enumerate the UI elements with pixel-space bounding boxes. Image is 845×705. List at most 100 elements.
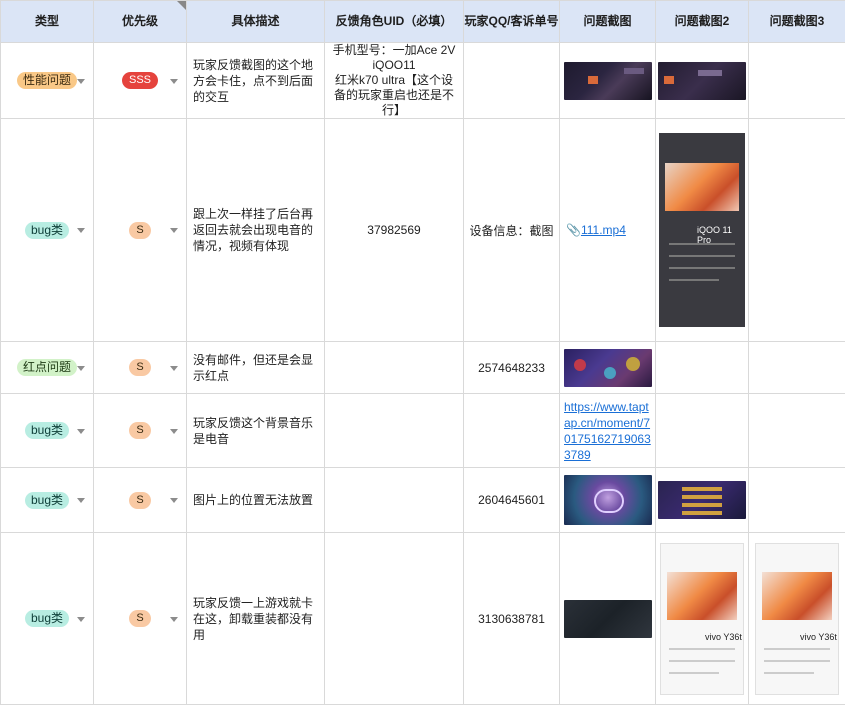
uid-cell[interactable] [325, 468, 464, 533]
phone-screenshot[interactable]: iQOO 11 Pro [659, 133, 745, 327]
uid-line: 手机型号：一加Ace 2V [329, 43, 459, 58]
header-type[interactable]: 类型 [1, 1, 94, 43]
shot2-cell[interactable]: iQOO 11 Pro [656, 119, 749, 342]
dropdown-arrow-icon[interactable] [170, 617, 178, 622]
phone-screenshot[interactable]: vivo Y36t [755, 543, 839, 695]
table-row: bug类 S 玩家反馈这个背景音乐是电音 https://www.taptap.… [1, 394, 845, 468]
type-tag: bug类 [25, 610, 69, 627]
shot1-cell[interactable] [560, 533, 656, 705]
shot3-cell[interactable] [749, 342, 845, 394]
shot2-cell[interactable] [656, 468, 749, 533]
qq-cell[interactable]: 2574648233 [464, 342, 560, 394]
uid-line: 红米k70 ultra【这个设备的玩家重启也还是不行】 [329, 73, 459, 118]
dropdown-arrow-icon[interactable] [77, 228, 85, 233]
screenshot-thumbnail[interactable] [658, 481, 746, 519]
uid-cell[interactable] [325, 342, 464, 394]
uid-cell[interactable]: 37982569 [325, 119, 464, 342]
shot1-cell[interactable] [560, 468, 656, 533]
shot2-cell[interactable] [656, 394, 749, 468]
qq-cell[interactable]: 设备信息：截图 [464, 119, 560, 342]
screenshot-thumbnail[interactable] [564, 349, 652, 387]
dropdown-arrow-icon[interactable] [170, 429, 178, 434]
shot2-cell[interactable]: vivo Y36t [656, 533, 749, 705]
filter-corner-icon[interactable] [177, 1, 186, 10]
uid-cell[interactable]: 手机型号：一加Ace 2V iQOO11 红米k70 ultra【这个设备的玩家… [325, 43, 464, 119]
uid-cell[interactable] [325, 394, 464, 468]
shot1-cell[interactable]: 📎111.mp4 [560, 119, 656, 342]
priority-tag: S [129, 492, 151, 509]
table-row: bug类 S 跟上次一样挂了后台再返回去就会出现电音的情况，视频有体现 3798… [1, 119, 845, 342]
header-shot1[interactable]: 问题截图 [560, 1, 656, 43]
shot2-cell[interactable] [656, 43, 749, 119]
shot3-cell[interactable] [749, 468, 845, 533]
shot3-cell[interactable] [749, 119, 845, 342]
qq-cell[interactable] [464, 394, 560, 468]
paperclip-icon: 📎 [566, 223, 581, 237]
type-cell[interactable]: bug类 [1, 394, 94, 468]
shot1-cell[interactable]: https://www.taptap.cn/moment/70175162719… [560, 394, 656, 468]
header-shot2[interactable]: 问题截图2 [656, 1, 749, 43]
description-cell[interactable]: 玩家反馈一上游戏就卡在这，卸载重装都没有用 [187, 533, 325, 705]
dropdown-arrow-icon[interactable] [77, 498, 85, 503]
type-tag: 性能问题 [17, 72, 77, 89]
description-cell[interactable]: 图片上的位置无法放置 [187, 468, 325, 533]
phone-title: iQOO 11 Pro [697, 225, 745, 245]
uid-cell[interactable] [325, 533, 464, 705]
description-cell[interactable]: 玩家反馈截图的这个地方会卡住，点不到后面的交互 [187, 43, 325, 119]
dropdown-arrow-icon[interactable] [77, 366, 85, 371]
description-text: 玩家反馈这个背景音乐是电音 [187, 415, 324, 447]
taptap-link[interactable]: https://www.taptap.cn/moment/70175162719… [564, 400, 651, 462]
type-cell[interactable]: bug类 [1, 468, 94, 533]
screenshot-thumbnail[interactable] [658, 62, 746, 100]
priority-tag: S [129, 359, 151, 376]
priority-cell[interactable]: S [94, 533, 187, 705]
dropdown-arrow-icon[interactable] [170, 79, 178, 84]
priority-tag: S [129, 422, 151, 439]
type-cell[interactable]: bug类 [1, 533, 94, 705]
header-row: 类型 优先级 具体描述 反馈角色UID（必填） 玩家QQ/客诉单号 问题截图 问… [1, 1, 845, 43]
description-cell[interactable]: 没有邮件，但还是会显示红点 [187, 342, 325, 394]
dropdown-arrow-icon[interactable] [170, 228, 178, 233]
header-qq[interactable]: 玩家QQ/客诉单号 [464, 1, 560, 43]
dropdown-arrow-icon[interactable] [170, 366, 178, 371]
description-cell[interactable]: 跟上次一样挂了后台再返回去就会出现电音的情况，视频有体现 [187, 119, 325, 342]
type-tag: 红点问题 [17, 359, 77, 376]
priority-tag: S [129, 610, 151, 627]
priority-tag: S [129, 222, 151, 239]
header-shot3[interactable]: 问题截图3 [749, 1, 845, 43]
qq-cell[interactable]: 3130638781 [464, 533, 560, 705]
type-tag: bug类 [25, 222, 69, 239]
screenshot-thumbnail[interactable] [564, 475, 652, 525]
header-description[interactable]: 具体描述 [187, 1, 325, 43]
phone-screenshot[interactable]: vivo Y36t [660, 543, 744, 695]
qq-cell[interactable] [464, 43, 560, 119]
priority-cell[interactable]: S [94, 119, 187, 342]
dropdown-arrow-icon[interactable] [77, 79, 85, 84]
priority-cell[interactable]: SSS [94, 43, 187, 119]
dropdown-arrow-icon[interactable] [77, 429, 85, 434]
header-priority[interactable]: 优先级 [94, 1, 187, 43]
description-text: 没有邮件，但还是会显示红点 [187, 352, 324, 384]
header-uid[interactable]: 反馈角色UID（必填） [325, 1, 464, 43]
priority-cell[interactable]: S [94, 342, 187, 394]
description-cell[interactable]: 玩家反馈这个背景音乐是电音 [187, 394, 325, 468]
shot2-cell[interactable] [656, 342, 749, 394]
priority-cell[interactable]: S [94, 394, 187, 468]
screenshot-thumbnail[interactable] [564, 62, 652, 100]
type-cell[interactable]: 红点问题 [1, 342, 94, 394]
dropdown-arrow-icon[interactable] [77, 617, 85, 622]
shot3-cell[interactable] [749, 43, 845, 119]
description-text: 玩家反馈截图的这个地方会卡住，点不到后面的交互 [187, 57, 324, 105]
shot3-cell[interactable]: vivo Y36t [749, 533, 845, 705]
dropdown-arrow-icon[interactable] [170, 498, 178, 503]
qq-cell[interactable]: 2604645601 [464, 468, 560, 533]
shot1-cell[interactable] [560, 43, 656, 119]
priority-cell[interactable]: S [94, 468, 187, 533]
screenshot-thumbnail[interactable] [564, 600, 652, 638]
type-cell[interactable]: 性能问题 [1, 43, 94, 119]
priority-tag: SSS [122, 72, 158, 89]
shot3-cell[interactable] [749, 394, 845, 468]
type-cell[interactable]: bug类 [1, 119, 94, 342]
attachment-link[interactable]: 111.mp4 [581, 223, 626, 237]
shot1-cell[interactable] [560, 342, 656, 394]
